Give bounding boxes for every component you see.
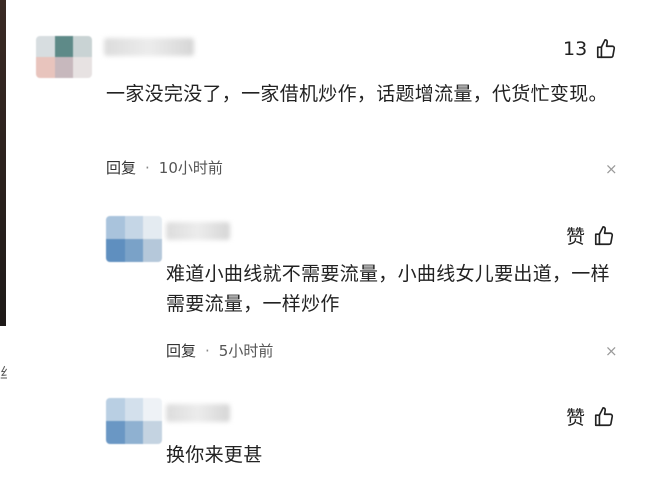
like-count: 13 (563, 38, 588, 60)
comment-meta: 回复 · 10小时前 (106, 157, 223, 178)
close-icon[interactable]: × (605, 160, 618, 178)
like-label: 赞 (566, 407, 586, 429)
separator-dot: · (145, 158, 150, 177)
avatar[interactable] (106, 398, 162, 444)
like-label: 赞 (566, 226, 586, 248)
username-blurred[interactable] (166, 222, 230, 240)
separator-dot: · (205, 341, 210, 360)
username-blurred[interactable] (166, 404, 230, 422)
avatar[interactable] (106, 216, 162, 262)
left-edge-text-fragment: 丝 (0, 364, 7, 384)
reply-button[interactable]: 回复 (106, 157, 136, 178)
timestamp: 10小时前 (158, 159, 223, 177)
like-button[interactable]: 赞 (566, 403, 615, 430)
reply-button[interactable]: 回复 (166, 340, 196, 361)
like-button[interactable]: 13 (563, 38, 617, 60)
left-edge-image-strip (0, 0, 6, 326)
like-button[interactable]: 赞 (566, 222, 615, 249)
avatar[interactable] (36, 36, 92, 78)
comment-meta: 回复 · 5小时前 (166, 340, 273, 361)
comment-text: 难道小曲线就不需要流量，小曲线女儿要出道，一样需要流量，一样炒作 (166, 263, 610, 315)
thumbs-up-icon (594, 225, 614, 245)
comment-text: 换你来更甚 (166, 444, 263, 466)
username-blurred[interactable] (104, 38, 194, 56)
close-icon[interactable]: × (605, 342, 618, 360)
timestamp: 5小时前 (218, 342, 274, 360)
comment-text: 一家没完没了，一家借机炒作，话题增流量，代货忙变现。 (106, 83, 608, 105)
thumbs-up-icon (594, 406, 614, 426)
thumbs-up-icon (597, 39, 616, 59)
